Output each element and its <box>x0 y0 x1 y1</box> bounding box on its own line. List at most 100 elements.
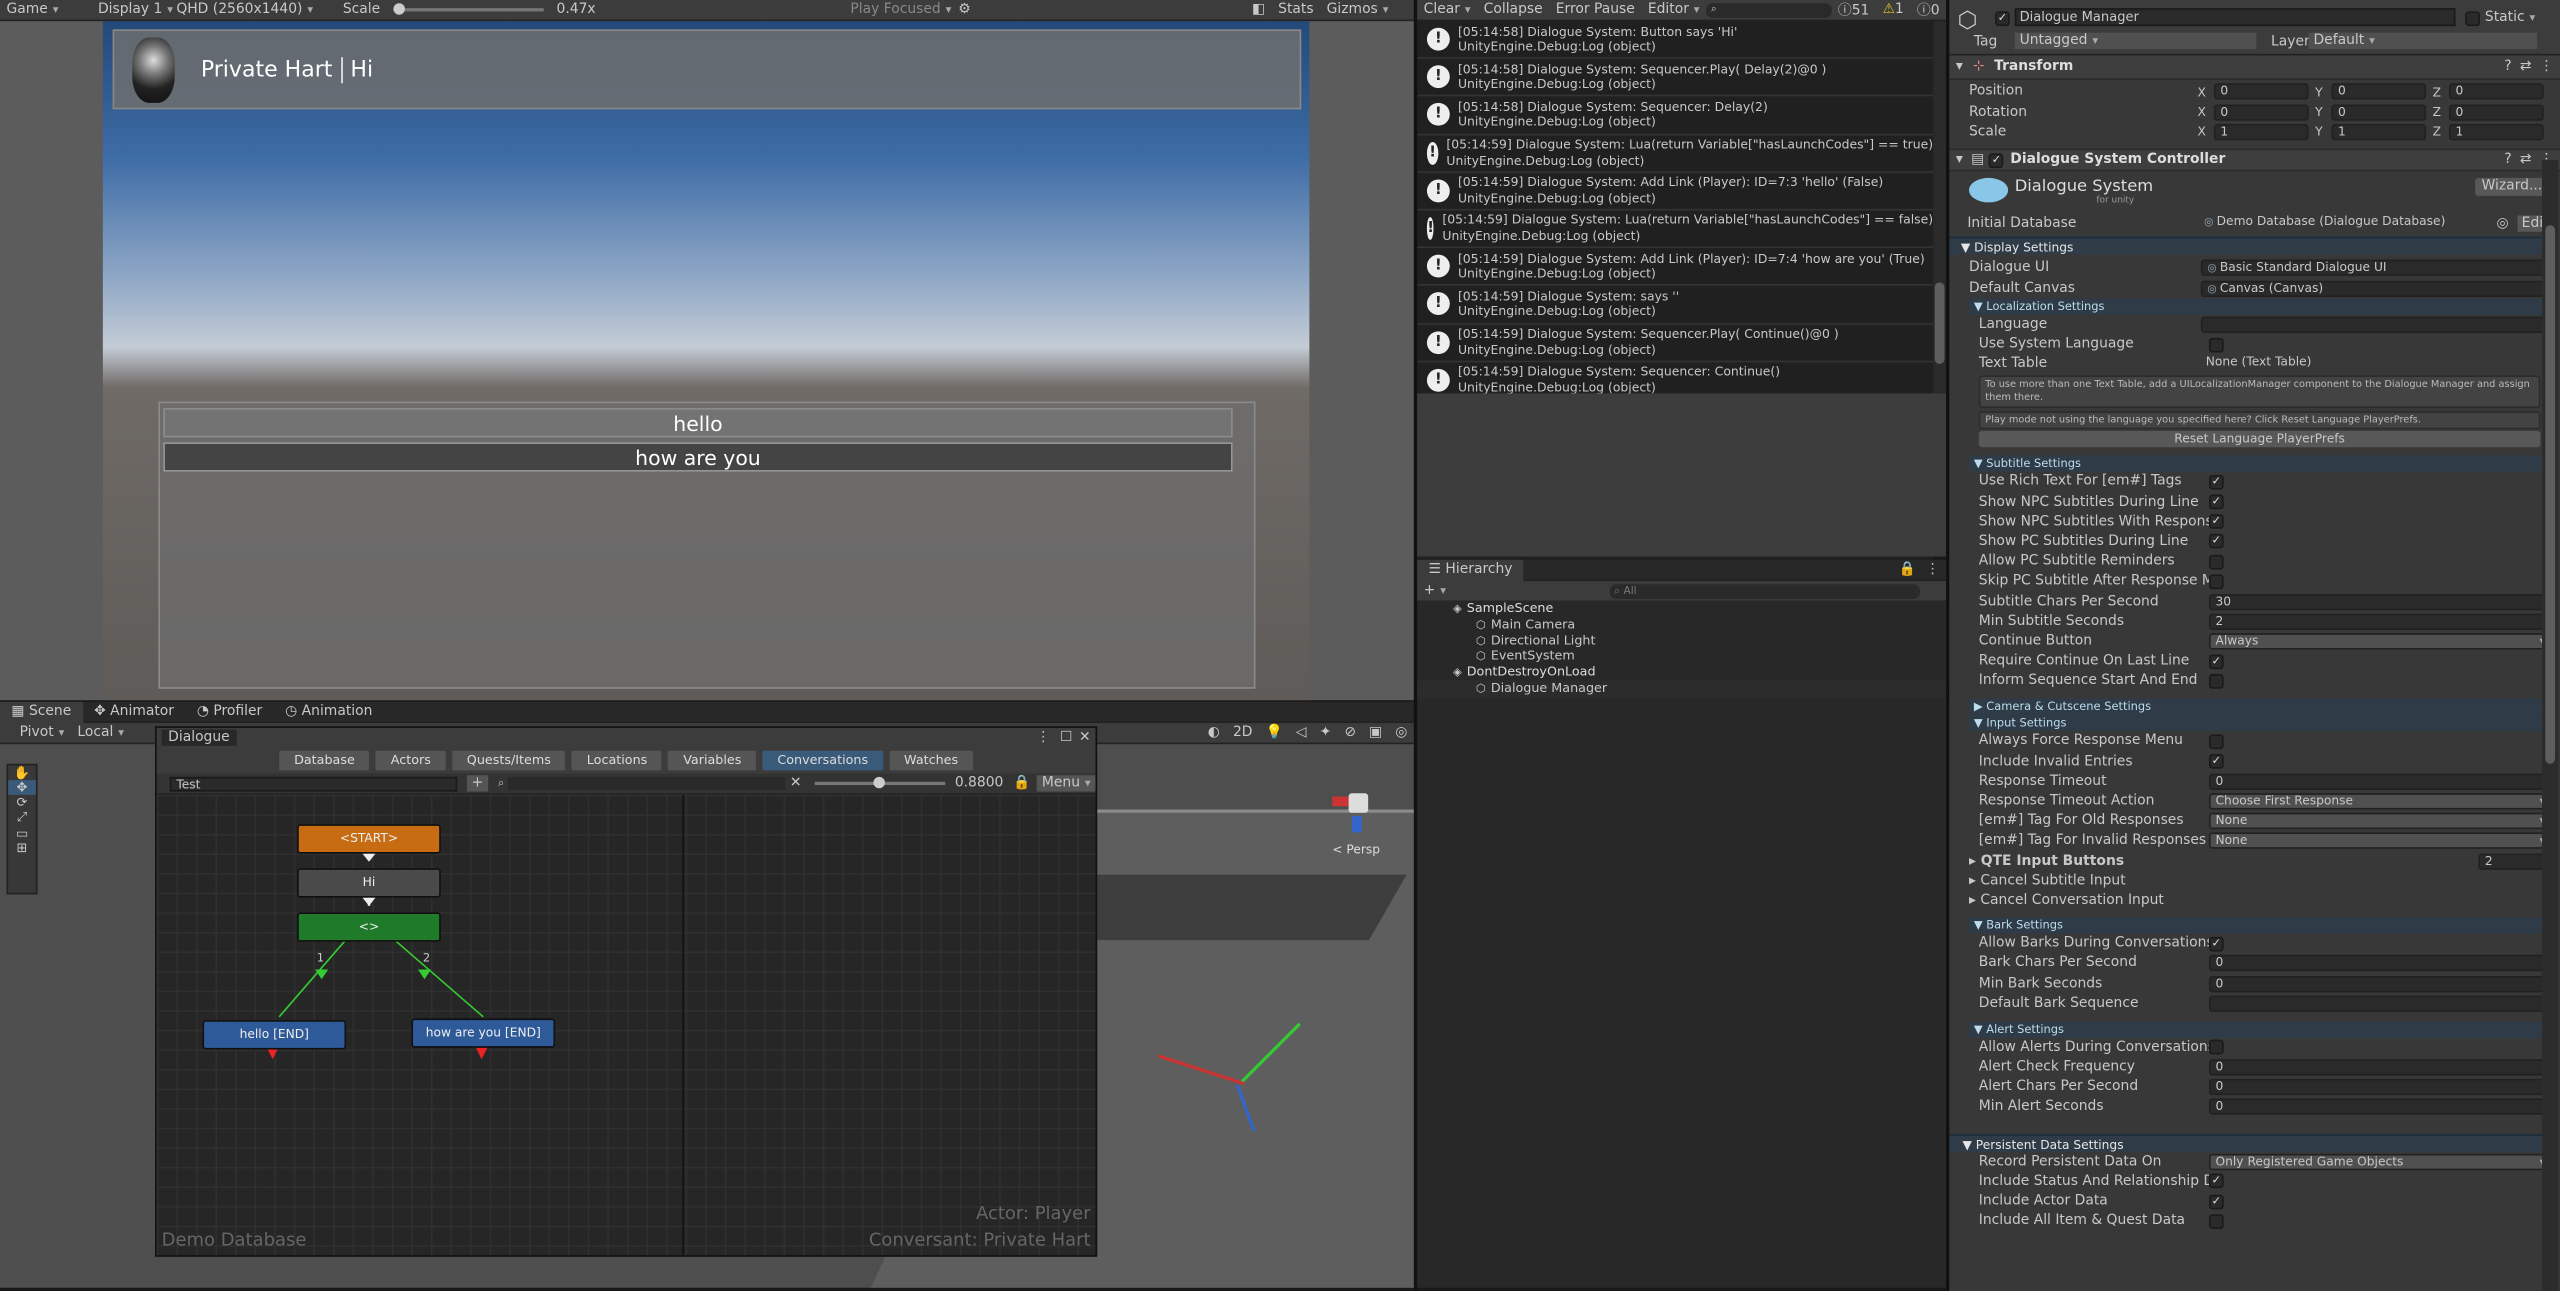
lock-icon[interactable]: 🔒 <box>1013 775 1030 791</box>
visibility-icon[interactable]: ⊘ <box>1338 725 1363 741</box>
tab-quests[interactable]: Quests/Items <box>452 750 566 771</box>
bug-icon[interactable]: ⚙ <box>958 2 1252 18</box>
scale-tool-icon[interactable]: ⤢ <box>8 810 36 826</box>
conversation-select[interactable]: Test <box>169 776 457 791</box>
fx-icon[interactable]: ✦ <box>1313 725 1338 741</box>
game-viewport[interactable]: Private Hart Hi hello how are you <box>0 21 1414 701</box>
setting-dropdown[interactable]: None <box>2208 833 2547 850</box>
stats-button[interactable]: Stats <box>1272 2 1320 18</box>
more-icon[interactable]: ⋮ <box>1036 730 1050 746</box>
help-icon[interactable]: ? <box>2504 59 2511 75</box>
setting-checkbox[interactable] <box>2208 574 2224 589</box>
clear-search-icon[interactable]: ✕ <box>790 775 802 791</box>
log-entry[interactable]: ! [05:14:59] Dialogue System: Add Link (P… <box>1417 248 1934 287</box>
wizard-button[interactable]: Wizard... <box>2475 178 2549 197</box>
tab-database[interactable]: Database <box>279 750 370 771</box>
log-entry[interactable]: ! [05:14:59] Dialogue System: Add Link (P… <box>1417 173 1934 211</box>
scale-z-field[interactable]: 1 <box>2448 123 2544 141</box>
inspector-scrollbar[interactable] <box>2542 159 2559 1291</box>
more-icon[interactable]: ⋮ <box>1926 561 1940 577</box>
hierarchy-item[interactable]: ⬡ EventSystem <box>1417 649 1946 665</box>
camera-icon[interactable]: ▣ <box>1363 725 1389 741</box>
setting-checkbox[interactable]: ✓ <box>2208 936 2224 951</box>
orientation-gizmo[interactable] <box>1326 770 1391 835</box>
log-entry[interactable]: ! [05:14:58] Dialogue System: Sequencer: … <box>1417 97 1934 135</box>
setting-checkbox[interactable] <box>2208 1040 2224 1055</box>
pivot-select[interactable]: Pivot <box>13 725 71 741</box>
hierarchy-item[interactable]: ◈ DontDestroyOnLoad <box>1417 665 1946 681</box>
setting-field[interactable]: 0 <box>2208 1059 2547 1076</box>
active-checkbox[interactable]: ✓ <box>1995 11 2010 27</box>
hierarchy-item[interactable]: ⬡ Main Camera <box>1417 617 1946 633</box>
game-tab[interactable]: Game <box>0 2 91 18</box>
zoom-slider[interactable] <box>814 776 946 789</box>
position-x-field[interactable]: 0 <box>2213 83 2309 100</box>
persp-label[interactable]: < Persp <box>1332 842 1380 857</box>
tab-hierarchy[interactable]: ☰ Hierarchy <box>1417 558 1524 581</box>
hierarchy-search-input[interactable]: ⌕ All <box>1609 583 1920 599</box>
setting-checkbox[interactable] <box>2208 1213 2224 1229</box>
audio-icon[interactable]: ◁ <box>1289 725 1313 741</box>
rotation-z-field[interactable]: 0 <box>2448 103 2544 121</box>
tab-scene[interactable]: ▦ Scene <box>0 700 83 723</box>
rotation-y-field[interactable]: 0 <box>2331 103 2427 121</box>
default-canvas-field[interactable]: Canvas (Canvas) <box>2200 280 2547 297</box>
setting-field[interactable]: 0 <box>2208 955 2547 972</box>
subtitle-settings-header[interactable]: ▼ Subtitle Settings <box>1968 455 2544 473</box>
add-icon[interactable]: + <box>1424 583 1446 599</box>
component-enabled-checkbox[interactable]: ✓ <box>1989 152 2004 168</box>
setting-field[interactable] <box>2208 995 2547 1012</box>
rect-tool-icon[interactable]: ▭ <box>8 826 36 841</box>
setting-checkbox[interactable]: ✓ <box>2208 494 2224 510</box>
error-pause-button[interactable]: Error Pause <box>1549 2 1641 18</box>
setting-field[interactable]: 30 <box>2208 593 2547 610</box>
warn-count[interactable]: ⚠1 <box>1876 2 1910 18</box>
tab-watches[interactable]: Watches <box>889 750 973 771</box>
editor-select[interactable]: Editor <box>1641 2 1706 18</box>
setting-checkbox[interactable]: ✓ <box>2208 1174 2224 1189</box>
static-label[interactable]: Static <box>2485 10 2535 26</box>
setting-dropdown[interactable]: Choose First Response <box>2208 793 2547 810</box>
position-y-field[interactable]: 0 <box>2331 83 2427 100</box>
reset-language-button[interactable]: Reset Language PlayerPrefs <box>1978 431 2541 448</box>
gizmos-button[interactable]: Gizmos <box>1320 2 1395 18</box>
tab-conversations[interactable]: Conversations <box>762 750 883 771</box>
qte-label[interactable]: ▸ QTE Input Buttons <box>1969 853 2201 869</box>
hello-node[interactable]: hello [END] <box>202 1020 347 1050</box>
setting-checkbox[interactable] <box>2208 554 2224 570</box>
log-entry[interactable]: ! [05:14:59] Dialogue System: says '' Unit… <box>1417 286 1934 324</box>
console-search-input[interactable]: ⌕ <box>1706 2 1832 18</box>
hi-node[interactable]: Hi <box>297 868 441 898</box>
scale-slider[interactable] <box>393 3 544 15</box>
local-select[interactable]: Local <box>71 725 131 741</box>
response-button-1[interactable]: hello <box>163 408 1233 438</box>
setting-field[interactable]: 0 <box>2208 773 2547 790</box>
rotate-tool-icon[interactable]: ⟳ <box>8 795 36 810</box>
tab-actors[interactable]: Actors <box>376 750 446 771</box>
log-count[interactable]: ⓘ51 <box>1831 0 1876 19</box>
setting-checkbox[interactable]: ✓ <box>2208 474 2224 490</box>
setting-field[interactable]: 0 <box>2208 1079 2547 1096</box>
play-mode-select[interactable]: Play Focused <box>844 2 958 18</box>
how-are-you-node[interactable]: how are you [END] <box>411 1018 556 1048</box>
setting-checkbox[interactable]: ✓ <box>2208 514 2224 530</box>
node-canvas[interactable]: <START> Hi <> 1 2 hello [END] how are yo… <box>156 794 1096 1256</box>
bark-settings-header[interactable]: ▼ Bark Settings <box>1968 917 2544 934</box>
error-count[interactable]: ⓘ0 <box>1910 0 1946 19</box>
mode-2d-button[interactable]: 2D <box>1226 725 1259 741</box>
setting-checkbox[interactable] <box>2208 734 2224 750</box>
setting-checkbox[interactable]: ✓ <box>2208 754 2224 769</box>
preset-icon[interactable]: ⇄ <box>2520 152 2532 168</box>
alert-settings-header[interactable]: ▼ Alert Settings <box>1968 1021 2544 1038</box>
transform-tool-icon[interactable]: ⊞ <box>8 841 36 856</box>
hierarchy-item[interactable]: ⬡ Dialogue Manager <box>1417 680 1947 697</box>
object-picker-icon[interactable]: ◎ <box>2497 216 2509 232</box>
language-field[interactable] <box>2200 316 2547 333</box>
qte-size-field[interactable]: 2 <box>2478 852 2547 870</box>
use-system-language-checkbox[interactable] <box>2208 337 2224 352</box>
tab-profiler[interactable]: ◔ Profiler <box>185 701 273 722</box>
hand-tool-icon[interactable]: ✋ <box>8 765 36 780</box>
console-scrollbar[interactable] <box>1933 21 1947 394</box>
setting-field[interactable]: 0 <box>2208 1099 2547 1116</box>
move-tool-icon[interactable]: ✥ <box>8 780 36 795</box>
